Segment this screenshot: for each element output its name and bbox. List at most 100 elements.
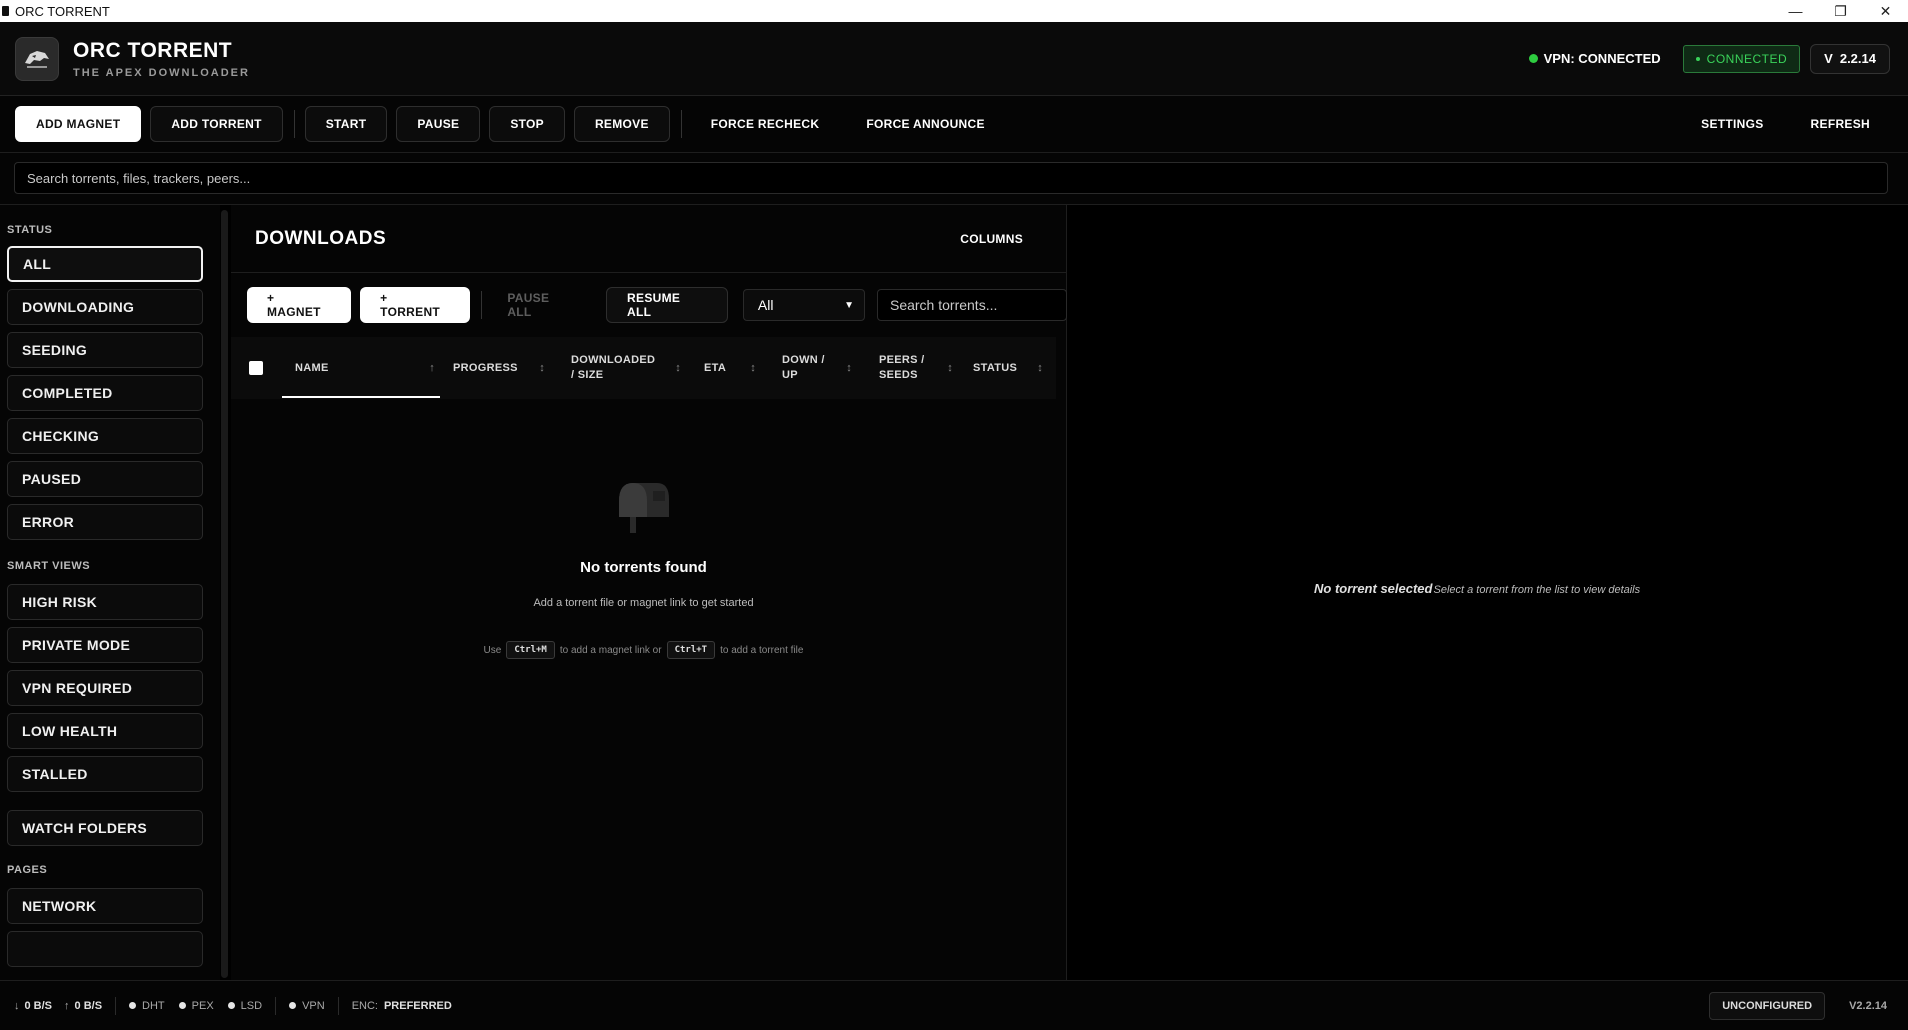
statusbar-divider <box>337 996 339 1015</box>
column-eta[interactable]: ETA ↕ <box>704 337 756 399</box>
start-button[interactable]: START <box>304 106 388 142</box>
brand: ORC TORRENT THE APEX DOWNLOADER <box>73 39 250 79</box>
add-torrent-small-button[interactable]: + TORRENT <box>360 287 471 323</box>
column-downloaded-size[interactable]: DOWNLOADED / SIZE ↕ <box>571 337 681 399</box>
column-down-up[interactable]: DOWN / UP ↕ <box>782 337 852 399</box>
sidebar-item-stalled[interactable]: STALLED <box>7 756 203 792</box>
app-header: ORC TORRENT THE APEX DOWNLOADER VPN: CON… <box>0 22 1908 96</box>
window-titlebar: ORC TORRENT — ❐ ✕ <box>0 0 1908 22</box>
details-empty-title: No torrent selected <box>1314 581 1433 596</box>
keyboard-hint: Use Ctrl+M to add a magnet link or Ctrl+… <box>231 641 1056 659</box>
sidebar-item-paused[interactable]: PAUSED <box>7 461 203 497</box>
download-arrow-icon: ↓ <box>14 999 20 1012</box>
chevron-down-icon: ▼ <box>844 299 854 311</box>
sidebar-item-error[interactable]: ERROR <box>7 504 203 540</box>
downloads-actions: + MAGNET + TORRENT PAUSE ALL RESUME ALL … <box>231 273 1067 337</box>
sidebar-item-seeding[interactable]: SEEDING <box>7 332 203 368</box>
resume-all-button[interactable]: RESUME ALL <box>606 287 728 323</box>
details-empty-message: No torrent selected Select a torrent fro… <box>1314 581 1640 596</box>
add-torrent-button[interactable]: ADD TORRENT <box>150 106 283 142</box>
details-panel: No torrent selected Select a torrent fro… <box>1067 205 1908 980</box>
column-progress[interactable]: PROGRESS ↕ <box>453 337 545 399</box>
settings-button[interactable]: SETTINGS <box>1682 106 1782 142</box>
global-search-bar <box>0 153 1908 205</box>
orc-logo-icon <box>15 36 59 81</box>
encryption-status: ENC: PREFERRED <box>351 999 452 1012</box>
header-status-area: VPN: CONNECTED CONNECTED V 2.2.14 <box>1528 43 1890 74</box>
status-heading: STATUS <box>7 224 53 236</box>
sidebar-item-completed[interactable]: COMPLETED <box>7 375 203 411</box>
sort-icon: ↕ <box>1037 362 1043 374</box>
restore-icon[interactable]: ❐ <box>1818 0 1863 22</box>
vpn-status-text: VPN: CONNECTED <box>1543 51 1661 66</box>
status-filter-select[interactable]: All ▼ <box>742 289 865 321</box>
details-empty-subtitle: Select a torrent from the list to view d… <box>1433 584 1641 596</box>
window-title: ORC TORRENT <box>15 3 110 19</box>
force-recheck-button[interactable]: FORCE RECHECK <box>692 106 839 142</box>
upload-speed: ↑ 0 B/S <box>64 999 103 1012</box>
stop-button[interactable]: STOP <box>489 106 565 142</box>
table-header: NAME ↑ PROGRESS ↕ DOWNLOADED / SIZE ↕ ETA… <box>231 337 1056 399</box>
sidebar-item-checking[interactable]: CHECKING <box>7 418 203 454</box>
add-magnet-small-button[interactable]: + MAGNET <box>247 287 352 323</box>
downloads-search-input[interactable] <box>876 289 1067 321</box>
remove-button[interactable]: REMOVE <box>573 106 670 142</box>
vpn-indicator: VPN <box>289 1000 325 1012</box>
ctrl-t-key: Ctrl+T <box>666 641 716 659</box>
sidebar: STATUS ALL DOWNLOADING SEEDING COMPLETED… <box>0 205 220 980</box>
version-prefix: V <box>1824 51 1833 66</box>
sidebar-item-vpn-required[interactable]: VPN REQUIRED <box>7 670 203 706</box>
select-all-checkbox[interactable] <box>249 361 263 375</box>
brand-title: ORC TORRENT <box>73 38 233 62</box>
mailbox-icon <box>611 477 675 540</box>
connection-badge-text: CONNECTED <box>1706 51 1788 66</box>
column-name[interactable]: NAME ↑ <box>295 337 435 399</box>
version-badge: V 2.2.14 <box>1810 43 1890 74</box>
toolbar-divider <box>680 110 682 138</box>
connection-dot-icon <box>1695 56 1700 61</box>
sidebar-item-low-health[interactable]: LOW HEALTH <box>7 713 203 749</box>
actions-divider <box>481 291 483 319</box>
global-search-input[interactable] <box>14 162 1888 194</box>
main-toolbar: ADD MAGNET ADD TORRENT START PAUSE STOP … <box>0 96 1908 153</box>
column-peers-seeds[interactable]: PEERS / SEEDS ↕ <box>879 337 953 399</box>
config-status-badge[interactable]: UNCONFIGURED <box>1709 991 1826 1020</box>
downloads-panel: DOWNLOADS COLUMNS + MAGNET + TORRENT PAU… <box>231 205 1067 980</box>
vpn-dot-icon <box>289 1002 297 1009</box>
pex-dot-icon <box>178 1002 186 1009</box>
sort-icon: ↕ <box>947 362 953 374</box>
sidebar-item-high-risk[interactable]: HIGH RISK <box>7 584 203 620</box>
column-status[interactable]: STATUS ↕ <box>973 337 1043 399</box>
connection-badge: CONNECTED <box>1682 44 1801 73</box>
pages-heading: PAGES <box>7 864 48 876</box>
sort-icon: ↕ <box>675 362 681 374</box>
sidebar-scrollbar[interactable] <box>221 210 228 978</box>
statusbar-version: V2.2.14 <box>1849 999 1887 1012</box>
lsd-indicator: LSD <box>227 1000 262 1012</box>
app-icon <box>2 6 9 16</box>
sidebar-item-partial[interactable] <box>7 931 203 967</box>
dht-dot-icon <box>129 1002 137 1009</box>
minimize-icon[interactable]: — <box>1773 0 1818 22</box>
pause-all-button[interactable]: PAUSE ALL <box>486 287 597 323</box>
pause-button[interactable]: PAUSE <box>396 106 481 142</box>
columns-button[interactable]: COLUMNS <box>960 232 1023 246</box>
refresh-button[interactable]: REFRESH <box>1792 106 1889 142</box>
force-announce-button[interactable]: FORCE ANNOUNCE <box>847 106 1003 142</box>
sidebar-item-all[interactable]: ALL <box>7 246 203 282</box>
smart-views-heading: SMART VIEWS <box>7 560 91 572</box>
empty-state-title: No torrents found <box>580 559 707 576</box>
brand-subtitle: THE APEX DOWNLOADER <box>73 66 250 79</box>
sidebar-item-downloading[interactable]: DOWNLOADING <box>7 289 203 325</box>
add-magnet-button[interactable]: ADD MAGNET <box>15 106 142 142</box>
download-speed: ↓ 0 B/S <box>14 999 53 1012</box>
version-number: 2.2.14 <box>1839 51 1876 66</box>
close-icon[interactable]: ✕ <box>1863 0 1908 22</box>
sidebar-item-network[interactable]: NETWORK <box>7 888 203 924</box>
name-column-sort-indicator <box>282 396 440 398</box>
sort-asc-icon: ↑ <box>429 362 435 374</box>
sidebar-item-private-mode[interactable]: PRIVATE MODE <box>7 627 203 663</box>
pex-indicator: PEX <box>178 1000 214 1012</box>
window-controls: — ❐ ✕ <box>1773 0 1908 22</box>
sidebar-item-watch-folders[interactable]: WATCH FOLDERS <box>7 810 203 846</box>
